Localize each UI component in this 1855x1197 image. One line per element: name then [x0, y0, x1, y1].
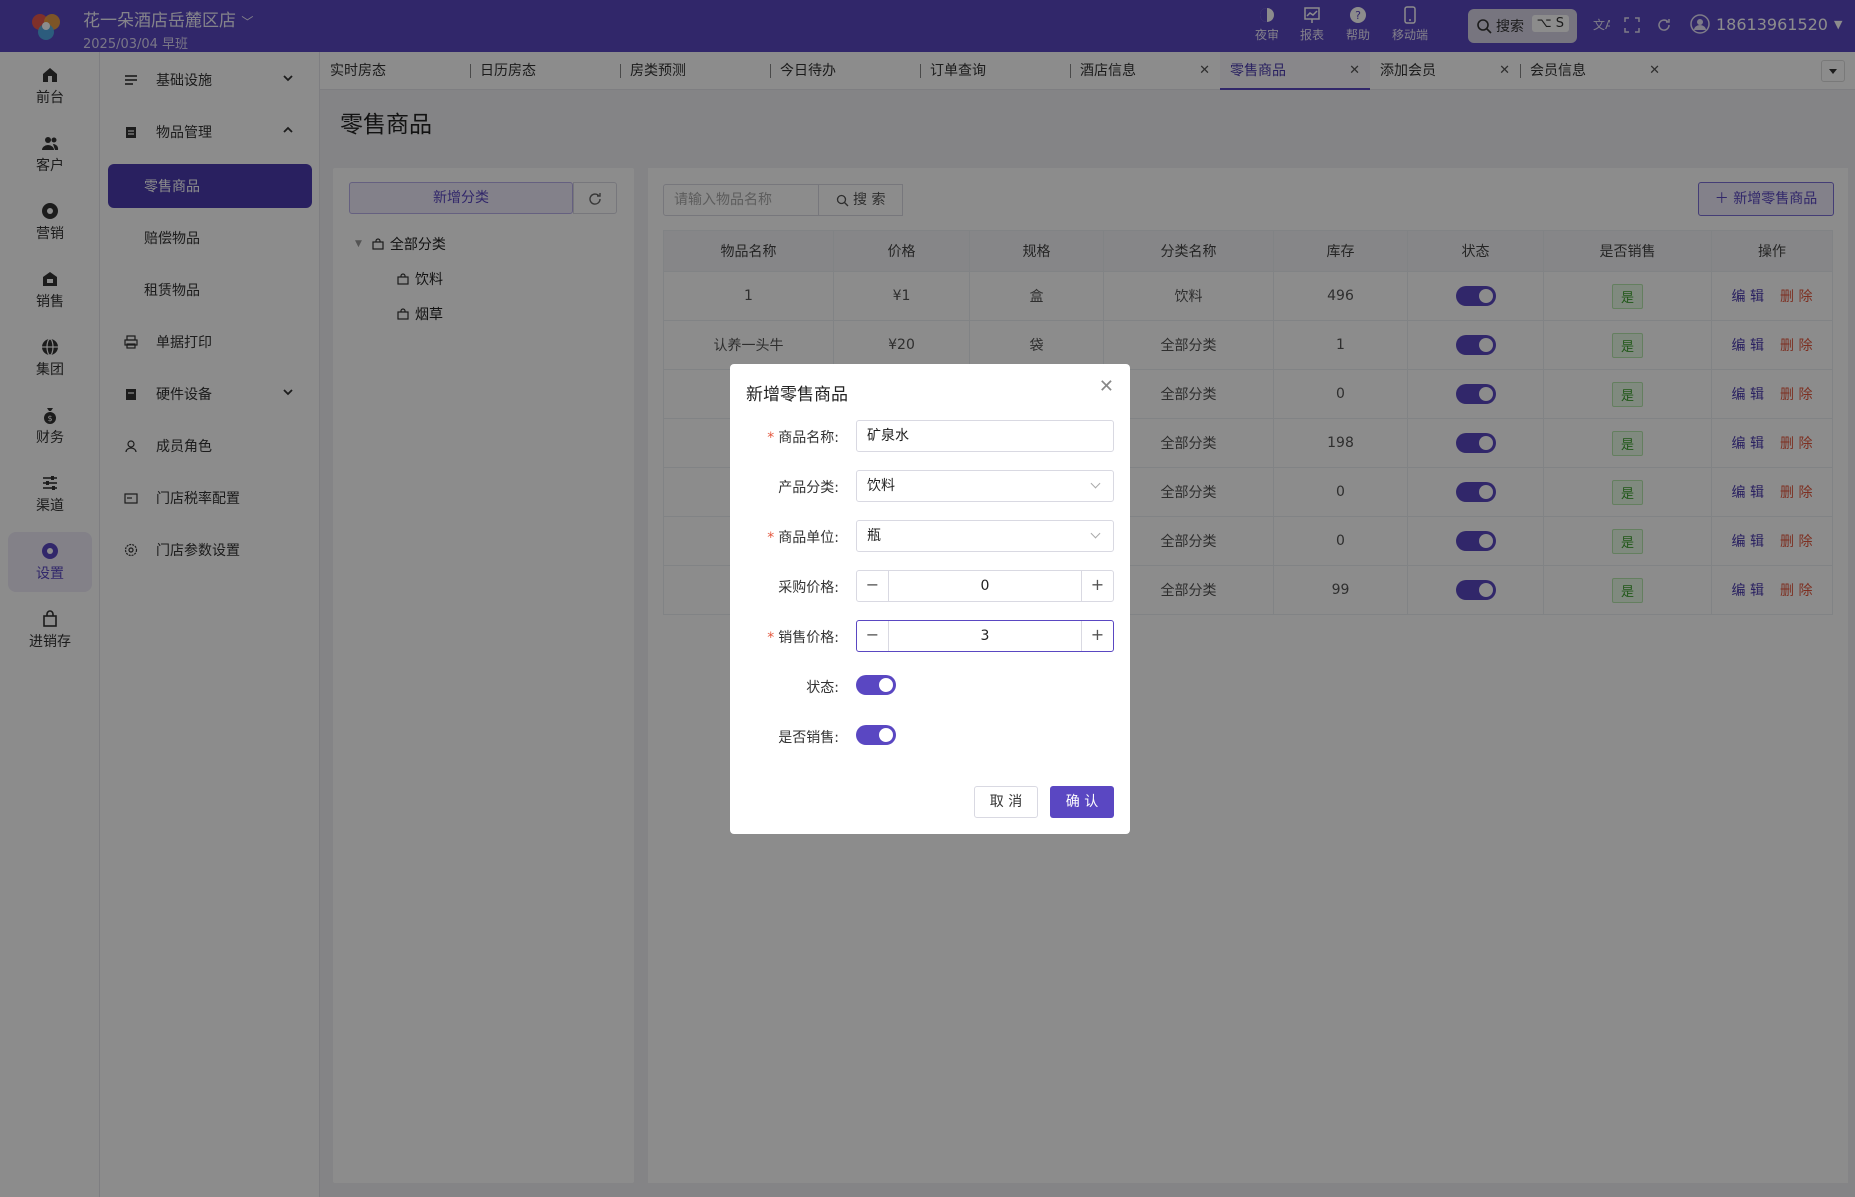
cancel-button[interactable]: 取 消 — [974, 786, 1038, 818]
category-select[interactable]: 饮料 — [856, 470, 1114, 502]
form-row-status: 状态: — [730, 670, 1130, 702]
status-toggle[interactable] — [856, 675, 896, 695]
on-sale-toggle[interactable] — [856, 725, 896, 745]
field-label: * 商品名称: — [767, 430, 839, 446]
form-row-purchase: 采购价格: − 0 + — [730, 570, 1130, 602]
decrement-button[interactable]: − — [857, 571, 889, 601]
product-name-field[interactable]: 矿泉水 — [856, 420, 1114, 452]
decrement-button[interactable]: − — [857, 621, 889, 651]
increment-button[interactable]: + — [1081, 571, 1113, 601]
field-label: * 销售价格: — [767, 630, 839, 646]
increment-button[interactable]: + — [1081, 621, 1113, 651]
field-label: 是否销售: — [778, 730, 839, 746]
close-icon[interactable]: ✕ — [1099, 376, 1114, 397]
purchase-price-input[interactable]: 0 — [857, 571, 1113, 601]
add-product-dialog: 新增零售商品 ✕ * 商品名称: 矿泉水 产品分类: 饮料 * 商品单位: 瓶 采购… — [730, 364, 1130, 834]
field-label: 状态: — [806, 680, 839, 696]
form-row-name: * 商品名称: 矿泉水 — [730, 420, 1130, 452]
unit-select[interactable]: 瓶 — [856, 520, 1114, 552]
dialog-title: 新增零售商品 — [746, 385, 848, 405]
form-row-sale: * 销售价格: − 3 + — [730, 620, 1130, 652]
form-row-category: 产品分类: 饮料 — [730, 470, 1130, 502]
field-label: * 商品单位: — [767, 530, 839, 546]
sale-price-stepper: − 3 + — [856, 620, 1114, 652]
form-row-unit: * 商品单位: 瓶 — [730, 520, 1130, 552]
confirm-button[interactable]: 确 认 — [1050, 786, 1114, 818]
field-label: 产品分类: — [778, 480, 839, 496]
form-row-onsale: 是否销售: — [730, 720, 1130, 752]
sale-price-input[interactable]: 3 — [857, 621, 1113, 651]
purchase-price-stepper: − 0 + — [856, 570, 1114, 602]
field-label: 采购价格: — [778, 580, 839, 596]
